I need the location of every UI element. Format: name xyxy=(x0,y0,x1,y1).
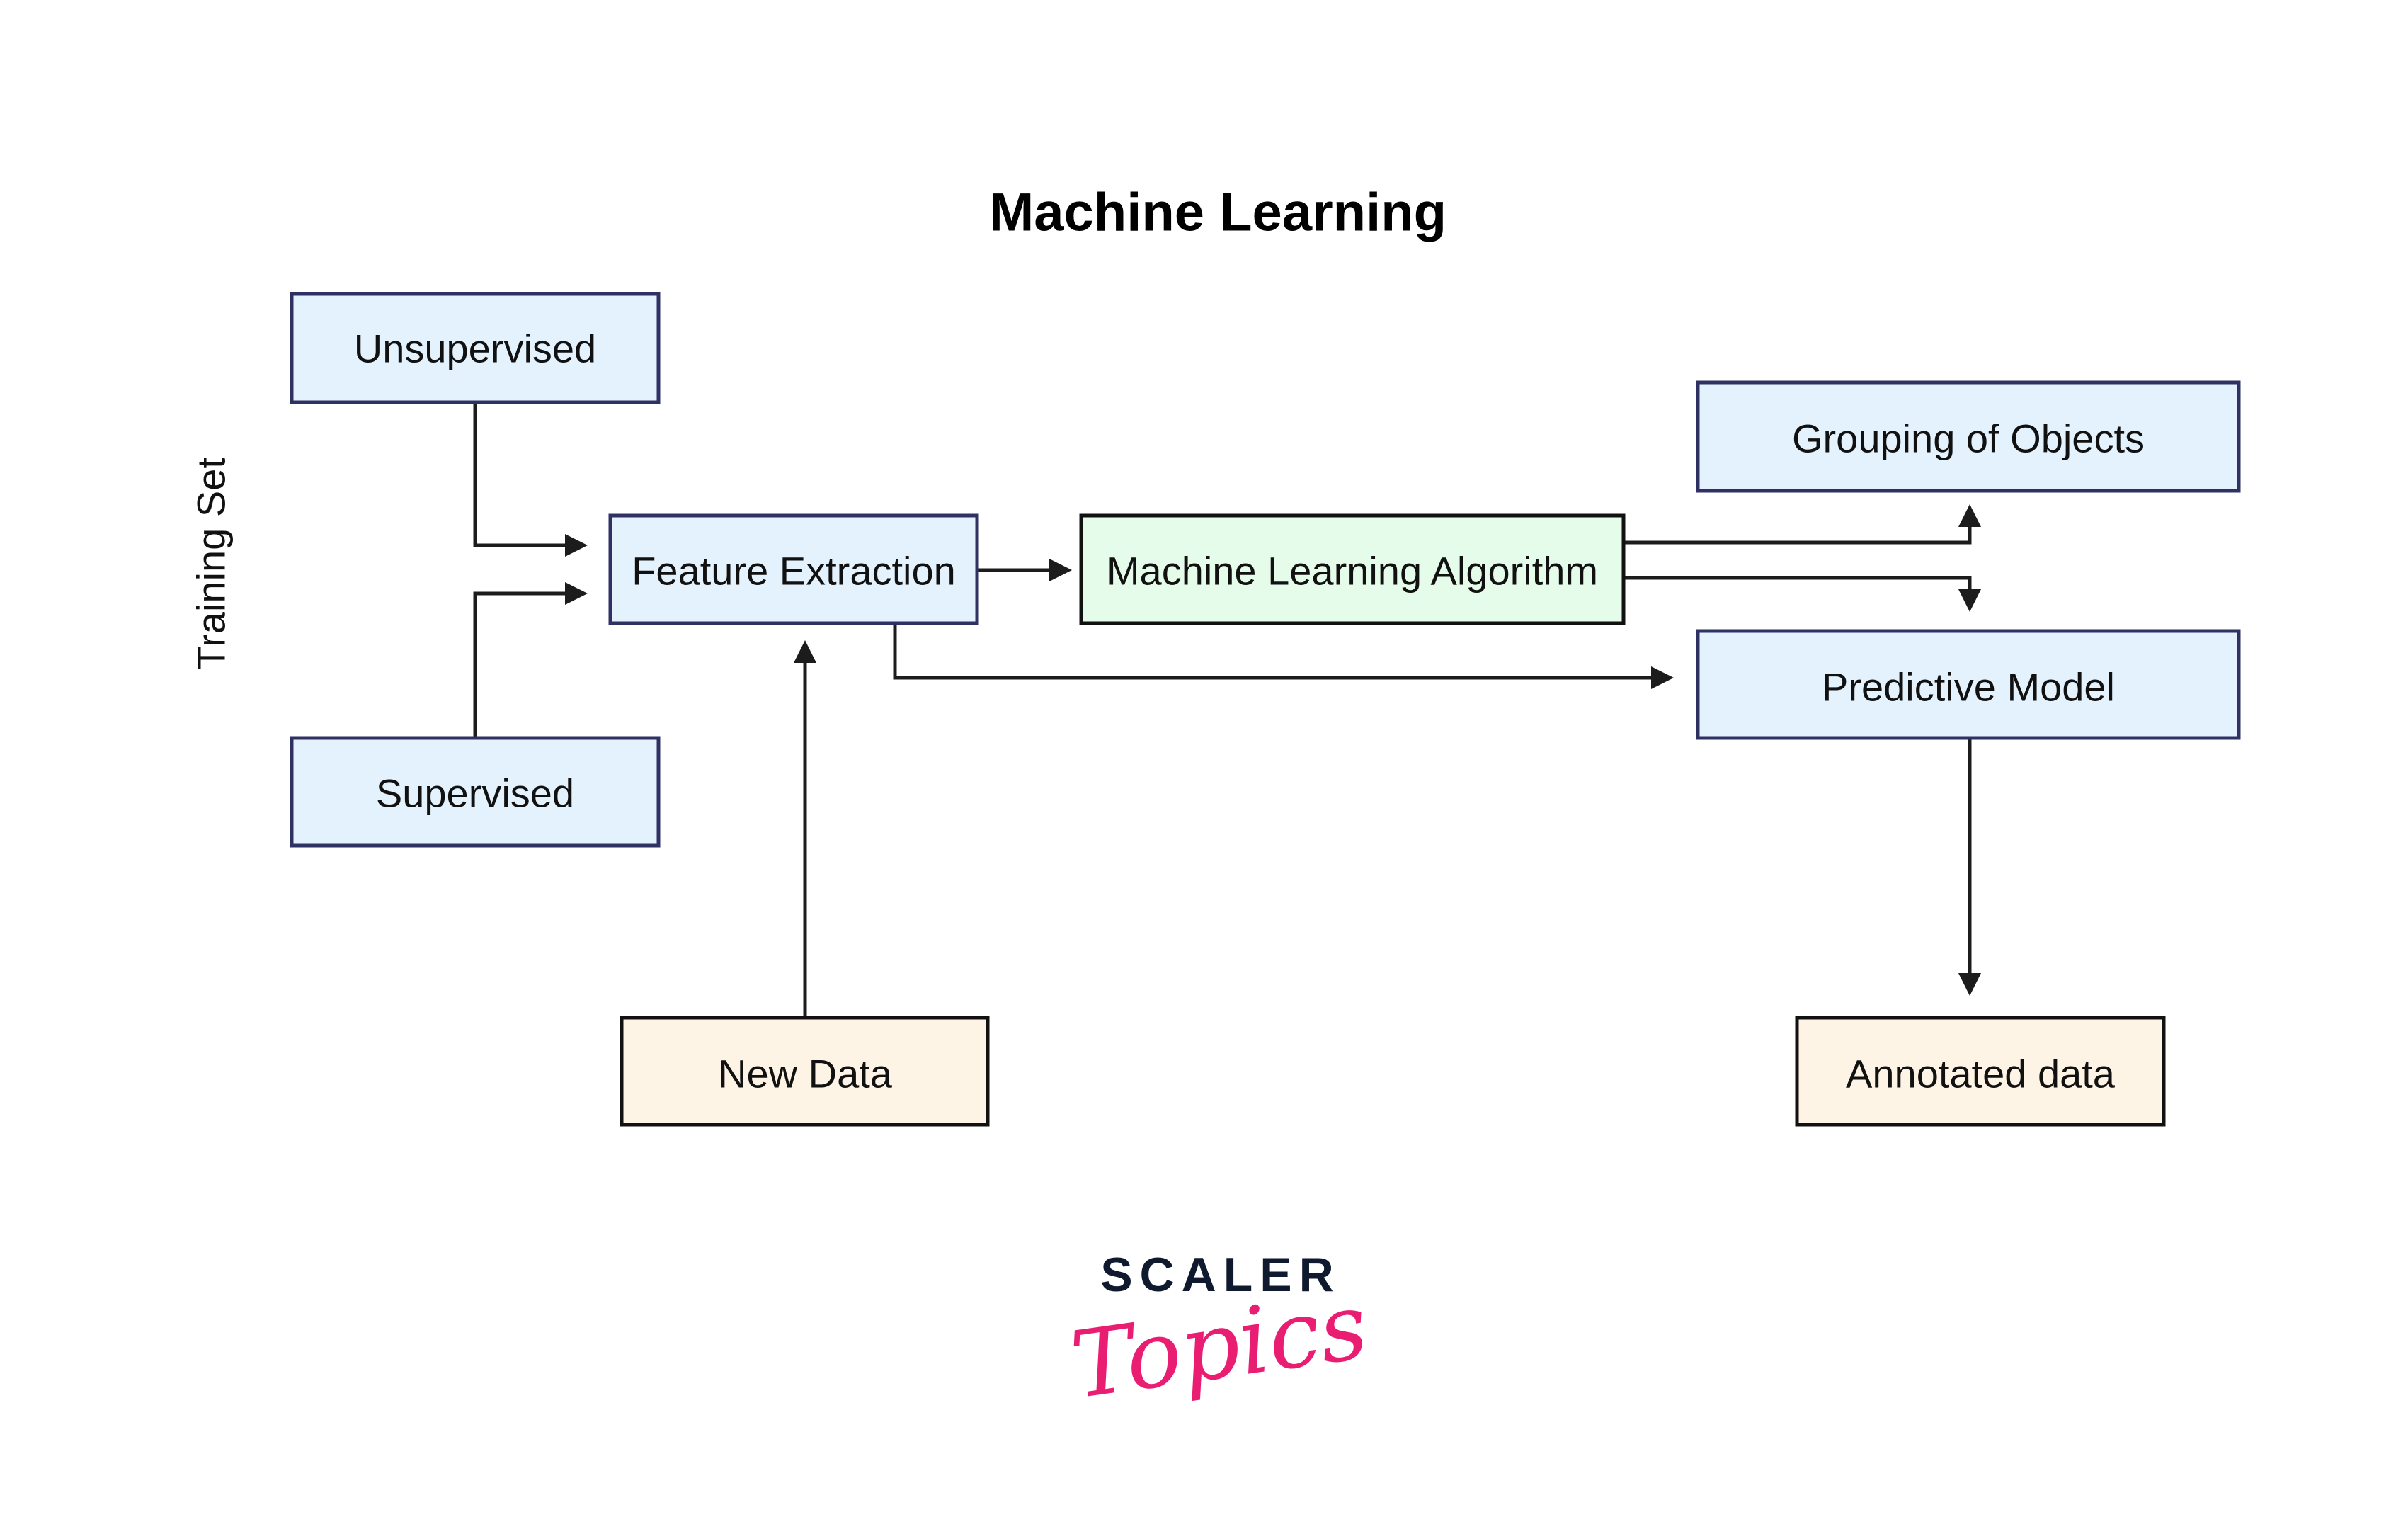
node-predictive-model: Predictive Model xyxy=(1696,629,2241,740)
edge-line xyxy=(1624,576,1972,592)
arrowhead-icon xyxy=(794,640,816,663)
node-grouping-of-objects: Grouping of Objects xyxy=(1696,380,2241,493)
node-label: Unsupervised xyxy=(354,326,596,371)
edge-line xyxy=(1624,524,1972,545)
node-supervised: Supervised xyxy=(290,736,661,848)
edge-line xyxy=(473,591,566,738)
edge-ml-algorithm-to-grouping xyxy=(1624,504,1981,545)
arrowhead-icon xyxy=(1958,504,1981,527)
arrowhead-icon xyxy=(1958,589,1981,612)
edge-unsupervised-to-feature-extraction xyxy=(473,402,588,557)
node-label: Supervised xyxy=(376,771,574,816)
node-new-data: New Data xyxy=(620,1016,990,1127)
arrowhead-icon xyxy=(565,582,588,605)
edge-feature-extraction-to-predictive-model xyxy=(893,623,1674,689)
arrowhead-icon xyxy=(1049,559,1072,581)
node-label: Grouping of Objects xyxy=(1792,416,2145,461)
edge-predictive-model-to-annotated-data xyxy=(1958,738,1981,996)
ml-diagram: Machine Learning Training Set Unsupervis… xyxy=(189,183,2241,1419)
node-label: Machine Learning Algorithm xyxy=(1107,549,1598,593)
edge-feature-extraction-to-ml-algorithm xyxy=(977,559,1072,581)
edge-new-data-to-feature-extraction xyxy=(794,640,816,1018)
edge-ml-algorithm-to-predictive-model xyxy=(1624,576,1981,612)
node-label: Feature Extraction xyxy=(632,549,956,593)
node-label: New Data xyxy=(718,1052,893,1096)
node-ml-algorithm: Machine Learning Algorithm xyxy=(1079,513,1626,625)
edge-line xyxy=(473,402,566,547)
training-set-label: Training Set xyxy=(189,458,234,670)
diagram-title: Machine Learning xyxy=(989,183,1446,243)
arrowhead-icon xyxy=(1651,666,1674,689)
scaler-topics-logo: SCALER Topics xyxy=(1065,1248,1374,1419)
node-annotated-data: Annotated data xyxy=(1795,1016,2166,1127)
node-label: Annotated data xyxy=(1846,1052,2116,1096)
node-label: Predictive Model xyxy=(1822,665,2115,710)
edge-supervised-to-feature-extraction xyxy=(473,582,588,738)
edge-line xyxy=(893,623,1653,680)
node-unsupervised: Unsupervised xyxy=(290,292,661,404)
arrowhead-icon xyxy=(1958,973,1981,996)
node-feature-extraction: Feature Extraction xyxy=(608,513,979,625)
arrowhead-icon xyxy=(565,534,588,557)
